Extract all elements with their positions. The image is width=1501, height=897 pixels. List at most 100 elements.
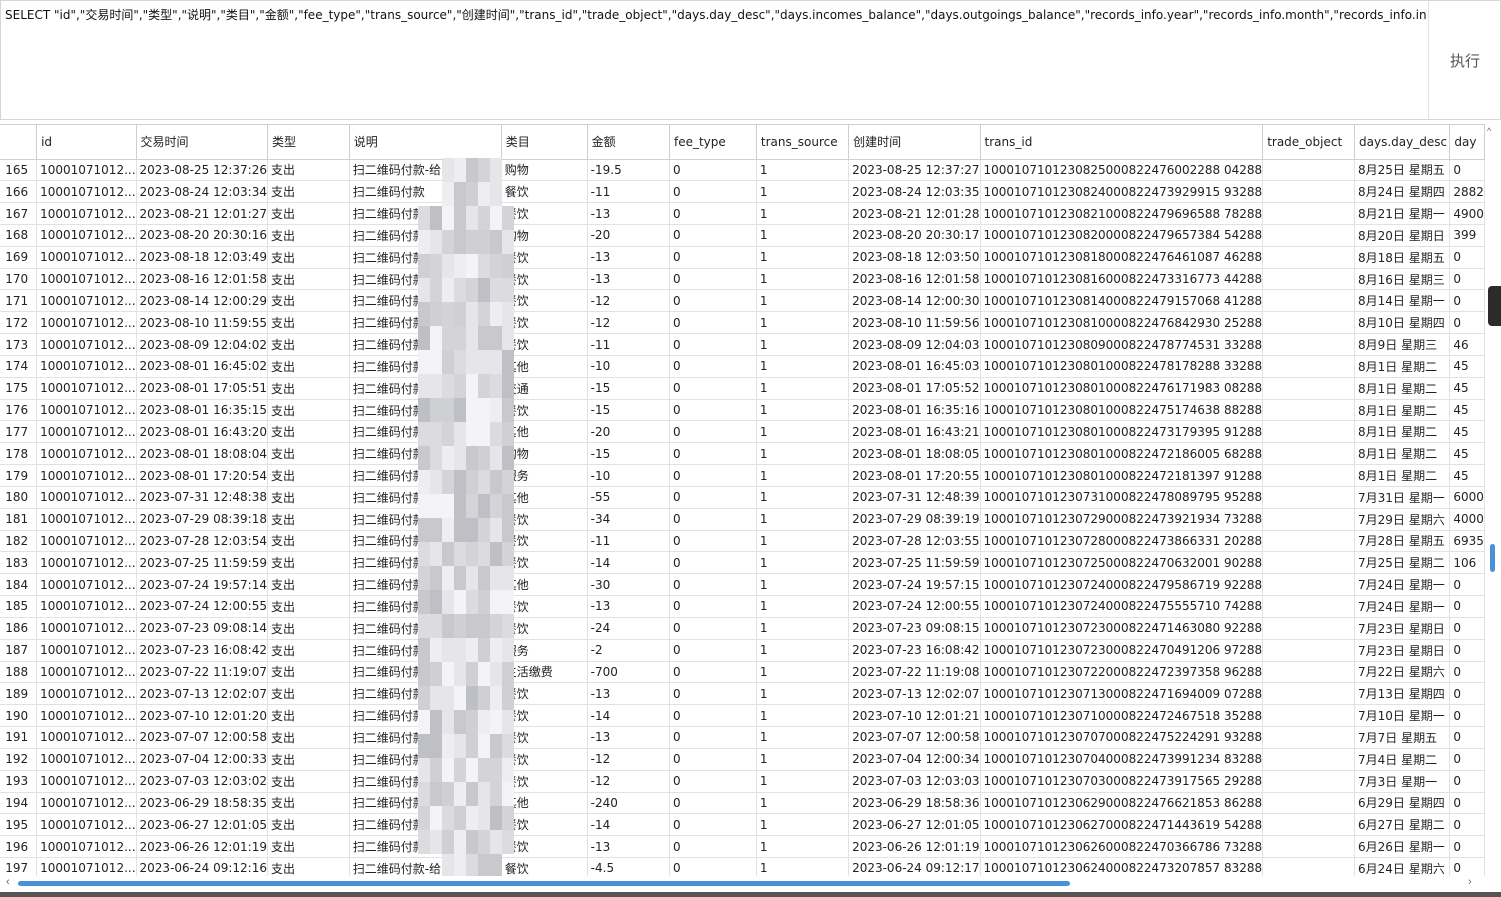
table-cell[interactable]: 1000107101230729000822473921934 73288 (980, 508, 1264, 531)
table-cell[interactable]: 2023-08-09 12:04:03 (848, 333, 981, 356)
table-cell[interactable]: 2023-07-23 09:08:15 (848, 617, 981, 640)
table-cell[interactable]: 2023-08-14 12:00:29 (136, 289, 268, 313)
table-row[interactable]: 179 10001071012... 2023-08-01 17:20:54 支出 扫二… (0, 464, 1485, 487)
table-cell[interactable]: 支出 (267, 595, 350, 618)
table-cell[interactable]: 餐饮 (501, 399, 588, 422)
table-cell[interactable]: 2023-08-16 12:01:58 (136, 268, 268, 291)
table-cell[interactable]: 0 (1449, 813, 1485, 837)
table-cell[interactable]: 支出 (267, 617, 350, 640)
table-cell[interactable]: 0 (669, 224, 757, 247)
table-cell[interactable]: 扫二维码付款- (349, 333, 502, 356)
table-cell[interactable]: 1 (756, 224, 850, 247)
table-cell[interactable]: 扫二维码付款- (349, 268, 502, 291)
table-cell[interactable]: 支出 (267, 333, 350, 356)
table-cell[interactable] (1262, 268, 1355, 291)
table-cell[interactable]: 2023-07-24 12:00:55 (848, 595, 981, 618)
side-panel-handle[interactable] (1488, 286, 1501, 326)
table-cell[interactable]: 其他 (501, 486, 588, 509)
table-cell[interactable]: 2023-07-04 12:00:34 (848, 748, 981, 771)
table-cell[interactable]: 1 (756, 399, 850, 422)
table-cell[interactable]: 2023-07-07 12:00:58 (848, 726, 981, 749)
table-cell[interactable]: 2023-07-13 12:02:07 (848, 682, 981, 706)
table-cell[interactable]: 10001071012... (36, 639, 137, 662)
table-cell[interactable]: 扫二维码付款 (349, 530, 502, 553)
table-cell[interactable]: 餐饮 (501, 333, 588, 356)
table-cell[interactable]: 10001071012... (36, 748, 137, 771)
table-cell[interactable] (1262, 486, 1355, 509)
table-cell[interactable]: 支出 (267, 530, 350, 553)
table-cell[interactable]: 2023-08-16 12:01:58 (848, 268, 981, 291)
table-row[interactable]: 167 10001071012... 2023-08-21 12:01:27 支出 扫二… (0, 202, 1485, 225)
table-cell[interactable]: 2023-08-21 12:01:28 (848, 202, 981, 225)
table-cell[interactable]: 1000107101230723000822471463080 92288 (980, 617, 1264, 640)
table-cell[interactable]: 0 (669, 551, 757, 575)
table-cell[interactable]: 1 (756, 377, 850, 400)
table-cell[interactable] (1262, 835, 1355, 858)
table-cell[interactable]: 0 (669, 159, 757, 182)
table-cell[interactable] (1262, 311, 1355, 335)
column-header[interactable]: 交易时间 (136, 125, 268, 160)
table-cell[interactable] (1262, 682, 1355, 706)
table-cell[interactable]: 餐饮 (501, 682, 588, 706)
column-header[interactable]: fee_type (669, 125, 757, 160)
table-row[interactable]: 176 10001071012... 2023-08-01 16:35:15 支出 扫二… (0, 399, 1485, 422)
table-cell[interactable]: 支出 (267, 246, 350, 269)
table-cell[interactable] (1262, 399, 1355, 422)
table-cell[interactable]: 扫二维码付款-给 (349, 835, 502, 858)
table-cell[interactable]: 支出 (267, 770, 350, 793)
table-cell[interactable] (1262, 639, 1355, 662)
row-number-cell[interactable]: 195 (0, 813, 38, 837)
table-cell[interactable]: 10001071012... (36, 311, 137, 335)
row-number-header[interactable] (0, 125, 38, 160)
table-cell[interactable] (1262, 420, 1355, 444)
table-cell[interactable]: 1 (756, 551, 850, 575)
table-cell[interactable]: 7月31日 星期一 (1354, 486, 1451, 509)
table-cell[interactable]: 交通 (501, 377, 588, 400)
table-cell[interactable]: 餐饮 (501, 770, 588, 793)
table-cell[interactable]: 0 (1449, 748, 1485, 771)
table-cell[interactable]: 45 (1449, 355, 1485, 378)
table-cell[interactable]: 扫二维码付款-给 (349, 399, 502, 422)
horizontal-scrollbar[interactable]: ‹ › (0, 876, 1485, 892)
table-cell[interactable]: 2023-07-25 11:59:59 (848, 551, 981, 575)
table-cell[interactable]: 扫二维码付款- (349, 595, 502, 618)
table-cell[interactable]: 扫二维码付款- (349, 792, 502, 815)
table-cell[interactable]: 10001071012... (36, 617, 137, 640)
table-cell[interactable]: 2882 (1449, 180, 1485, 204)
table-cell[interactable]: 1 (756, 748, 850, 771)
row-number-cell[interactable]: 192 (0, 748, 38, 771)
table-cell[interactable]: 2023-08-01 16:43:20 (136, 420, 268, 444)
table-cell[interactable]: 1 (756, 202, 850, 225)
table-cell[interactable]: 0 (1449, 704, 1485, 728)
table-cell[interactable]: 1 (756, 617, 850, 640)
vertical-scrollbar[interactable]: ^ (1485, 124, 1501, 876)
table-cell[interactable]: 10001071012... (36, 420, 137, 444)
table-cell[interactable]: 支出 (267, 420, 350, 444)
table-cell[interactable]: 2023-07-10 12:01:20 (136, 704, 268, 728)
table-cell[interactable]: 10001071012... (36, 159, 137, 182)
table-cell[interactable]: 10001071012... (36, 770, 137, 793)
table-cell[interactable]: 餐饮 (501, 857, 588, 876)
table-cell[interactable]: 2023-08-09 12:04:02 (136, 333, 268, 356)
table-cell[interactable]: -11 (587, 333, 670, 356)
table-cell[interactable]: 7月24日 星期一 (1354, 595, 1451, 618)
table-cell[interactable] (1262, 595, 1355, 618)
table-cell[interactable]: 餐饮 (501, 180, 588, 204)
table-cell[interactable]: 8月18日 星期五 (1354, 246, 1451, 269)
column-header[interactable]: 金额 (587, 125, 670, 160)
table-cell[interactable]: 1 (756, 726, 850, 749)
table-cell[interactable]: 2023-08-01 16:35:15 (136, 399, 268, 422)
table-cell[interactable]: 10001071012... (36, 180, 137, 204)
table-cell[interactable]: 2023-06-26 12:01:19 (136, 835, 268, 858)
table-cell[interactable]: 2023-08-25 12:37:26 (136, 159, 268, 182)
table-cell[interactable]: -700 (587, 661, 670, 684)
table-cell[interactable]: 2023-08-21 12:01:27 (136, 202, 268, 225)
table-cell[interactable]: 2023-08-01 16:45:02 (136, 355, 268, 378)
table-cell[interactable]: 1 (756, 355, 850, 378)
table-cell[interactable]: -20 (587, 420, 670, 444)
row-number-cell[interactable]: 177 (0, 420, 38, 444)
table-cell[interactable] (1262, 551, 1355, 575)
table-cell[interactable]: 2023-06-24 09:12:16 (136, 857, 268, 876)
table-cell[interactable]: 0 (669, 792, 757, 815)
table-cell[interactable] (1262, 857, 1355, 876)
